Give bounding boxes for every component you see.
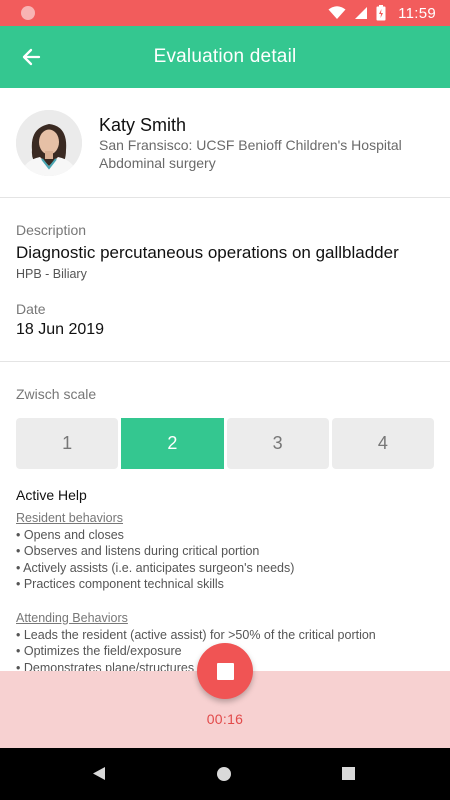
status-bar: 11:59	[0, 0, 450, 26]
scale-option-3[interactable]: 3	[226, 418, 329, 469]
active-help-title: Active Help	[16, 487, 87, 503]
list-item: • Leads the resident (active assist) for…	[16, 627, 376, 642]
list-item: • Observes and listens during critical p…	[16, 544, 260, 559]
divider	[0, 361, 450, 362]
scale-option-1[interactable]: 1	[16, 418, 119, 469]
attending-behaviors-title: Attending Behaviors	[16, 611, 128, 625]
status-time: 11:59	[398, 4, 436, 22]
status-icons: 11:59	[328, 4, 436, 22]
procedure-category: HPB - Biliary	[16, 267, 87, 281]
description-label: Description	[16, 222, 87, 238]
wifi-icon	[328, 6, 346, 19]
attending-behaviors: Attending Behaviors • Leads the resident…	[16, 610, 376, 676]
battery-icon	[376, 5, 386, 21]
cell-signal-icon	[355, 7, 368, 19]
nav-home-icon[interactable]	[217, 767, 231, 781]
list-item: • Optimizes the field/exposure	[16, 644, 182, 659]
scale-option-2[interactable]: 2	[121, 418, 224, 469]
stop-icon	[216, 662, 234, 680]
page-title: Evaluation detail	[153, 46, 297, 67]
zwisch-scale-selector: 1 2 3 4	[16, 418, 434, 469]
notification-dot-icon	[21, 6, 35, 20]
list-item: • Opens and closes	[16, 527, 124, 542]
stop-recording-button[interactable]	[197, 643, 253, 699]
system-nav-bar	[0, 748, 450, 800]
resident-behaviors: Resident behaviors • Opens and closes • …	[16, 510, 294, 593]
specialty: Abdominal surgery	[99, 155, 216, 171]
resident-profile: Katy Smith San Fransisco: UCSF Benioff C…	[0, 88, 450, 198]
list-item: • Practices component technical skills	[16, 577, 224, 592]
resident-name: Katy Smith	[99, 115, 187, 135]
avatar	[16, 110, 82, 176]
nav-back-icon[interactable]	[92, 766, 106, 781]
procedure-description: Diagnostic percutaneous operations on ga…	[16, 243, 399, 262]
recording-timer: 00:16	[206, 711, 244, 727]
resident-behaviors-title: Resident behaviors	[16, 511, 124, 525]
evaluation-date: 18 Jun 2019	[16, 321, 105, 338]
date-label: Date	[16, 301, 46, 317]
list-item: • Actively assists (i.e. anticipates sur…	[16, 560, 295, 575]
nav-recents-icon[interactable]	[342, 767, 355, 780]
app-bar: Evaluation detail	[0, 26, 450, 88]
scale-option-4[interactable]: 4	[331, 418, 434, 469]
zwisch-scale-label: Zwisch scale	[16, 386, 97, 402]
hospital-name: San Fransisco: UCSF Benioff Children's H…	[99, 137, 402, 153]
